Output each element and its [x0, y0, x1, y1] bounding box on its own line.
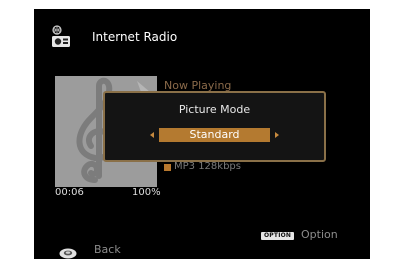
popup-title: Picture Mode	[178, 103, 251, 116]
back-button-icon[interactable]	[59, 244, 77, 259]
back-label[interactable]: Back	[94, 243, 121, 257]
picture-mode-popup: Picture Mode Standard	[103, 91, 326, 162]
picture-mode-value[interactable]: Standard	[159, 128, 270, 142]
source-title: Internet Radio	[92, 30, 178, 44]
picture-mode-selector[interactable]: Standard	[150, 128, 279, 142]
arrow-left-icon[interactable]	[150, 132, 154, 138]
buffer-percent: 100%	[132, 187, 161, 198]
audio-format-text: MP3 128kbps	[174, 161, 241, 172]
arrow-right-icon[interactable]	[275, 132, 279, 138]
option-button-icon[interactable]: OPTION	[261, 232, 295, 240]
internet-radio-icon	[51, 25, 75, 49]
tv-screen: Internet Radio Now Playing MP3 128kbps 0…	[34, 9, 370, 259]
audio-format: MP3 128kbps	[164, 161, 241, 173]
format-icon	[164, 163, 171, 171]
elapsed-time: 00:06	[55, 187, 84, 198]
option-label[interactable]: Option	[301, 228, 338, 242]
